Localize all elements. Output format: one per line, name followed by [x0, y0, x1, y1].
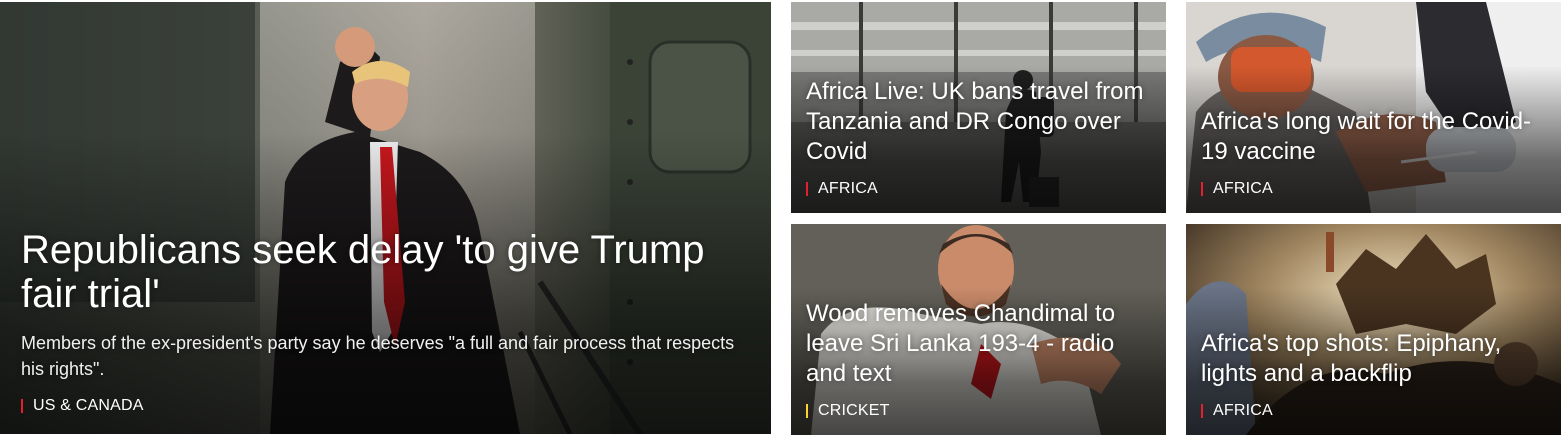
card-section-label[interactable]: CRICKET: [818, 401, 890, 421]
card-section-label[interactable]: AFRICA: [818, 179, 878, 199]
card-headline[interactable]: Wood removes Chandimal to leave Sri Lank…: [806, 299, 1152, 389]
card-section-tag[interactable]: AFRICA: [806, 179, 1152, 199]
card-headline[interactable]: Africa's top shots: Epiphany, lights and…: [1201, 329, 1547, 389]
card-section-label[interactable]: AFRICA: [1213, 179, 1273, 199]
hero-section-tag[interactable]: US & CANADA: [21, 396, 741, 416]
section-marker: [1201, 404, 1203, 418]
section-marker: [806, 404, 808, 418]
hero-headline[interactable]: Republicans seek delay 'to give Trump fa…: [21, 228, 741, 316]
card-section-tag[interactable]: CRICKET: [806, 401, 1152, 421]
card-text-block: Africa's long wait for the Covid-19 vacc…: [1201, 107, 1547, 199]
card-text-block: Africa Live: UK bans travel from Tanzani…: [806, 77, 1152, 199]
story-card[interactable]: Africa Live: UK bans travel from Tanzani…: [791, 2, 1166, 213]
card-text-block: Africa's top shots: Epiphany, lights and…: [1201, 329, 1547, 421]
section-marker: [1201, 182, 1203, 196]
section-marker: [806, 182, 808, 196]
card-headline[interactable]: Africa Live: UK bans travel from Tanzani…: [806, 77, 1152, 167]
hero-story-card[interactable]: Republicans seek delay 'to give Trump fa…: [0, 2, 771, 434]
hero-summary: Members of the ex-president's party say …: [21, 333, 735, 379]
section-marker: [21, 399, 23, 413]
card-section-tag[interactable]: AFRICA: [1201, 179, 1547, 199]
hero-text-block: Republicans seek delay 'to give Trump fa…: [21, 228, 741, 416]
hero-section-label[interactable]: US & CANADA: [33, 396, 144, 416]
card-section-label[interactable]: AFRICA: [1213, 401, 1273, 421]
story-card[interactable]: Wood removes Chandimal to leave Sri Lank…: [791, 224, 1166, 435]
card-text-block: Wood removes Chandimal to leave Sri Lank…: [806, 299, 1152, 421]
card-headline[interactable]: Africa's long wait for the Covid-19 vacc…: [1201, 107, 1547, 167]
card-section-tag[interactable]: AFRICA: [1201, 401, 1547, 421]
story-card[interactable]: Africa's long wait for the Covid-19 vacc…: [1186, 2, 1561, 213]
story-card[interactable]: Africa's top shots: Epiphany, lights and…: [1186, 224, 1561, 435]
